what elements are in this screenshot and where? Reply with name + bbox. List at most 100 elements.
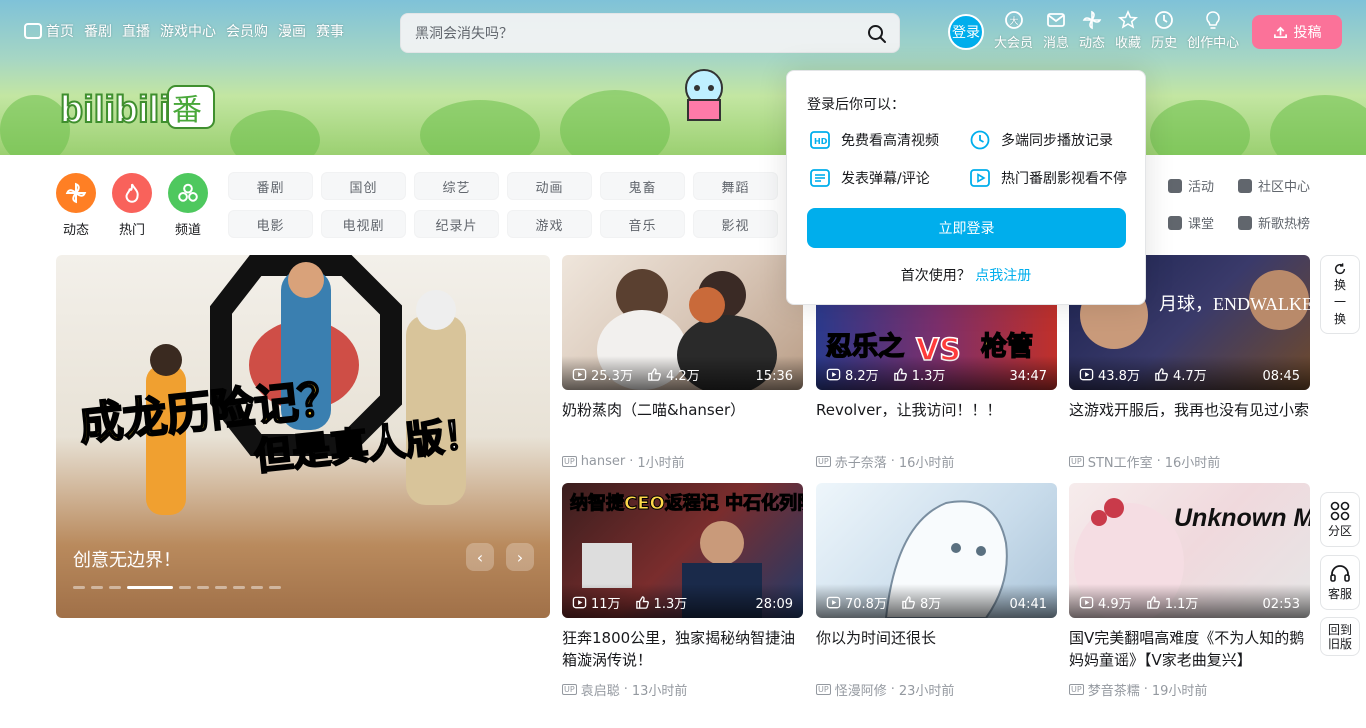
chip-dance[interactable]: 舞蹈 [693,172,778,200]
video-thumbnail[interactable]: 纳智捷CEO返程记 中石化列队欢迎 11万 1.3万 28:09 [562,483,803,618]
login-now-button[interactable]: 立即登录 [807,208,1126,248]
meta-separator: · [890,682,895,697]
login-avatar-button[interactable]: 登录 [948,14,984,50]
entry-vip[interactable]: 大 大会员 [994,10,1033,51]
entry-dynamic[interactable]: 动态 [1079,10,1105,51]
carousel-dot[interactable] [73,586,85,589]
view-count: 4.9万 [1079,593,1132,612]
carousel-dot[interactable] [91,586,103,589]
nav-manga[interactable]: 漫画 [278,21,306,41]
meta-separator: · [629,454,634,469]
nav-mall[interactable]: 会员购 [226,21,268,41]
video-title[interactable]: 奶粉蒸肉（二喵&hanser） [562,399,803,443]
chip-music[interactable]: 音乐 [600,210,685,238]
windmill-icon [1082,10,1102,30]
chip-movie[interactable]: 电影 [228,210,313,238]
uploader-name[interactable]: 袁启聪 [581,680,620,699]
carousel-dot-active[interactable] [127,586,173,589]
chip-game[interactable]: 游戏 [507,210,592,238]
video-title[interactable]: 狂奔1800公里，独家揭秘纳智捷油箱漩涡传说！ [562,627,803,671]
carousel-dot[interactable] [179,586,191,589]
carousel-title[interactable]: 创意无边界！ [73,546,181,572]
nav-home[interactable]: 首页 [46,21,74,41]
nav-anime[interactable]: 番剧 [84,21,112,41]
carousel-dot[interactable] [109,586,121,589]
video-title[interactable]: 国V完美翻唱高难度《不为人知的鹅妈妈童谣》【V家老曲复兴】 [1069,627,1310,671]
play-count-icon [572,596,587,609]
search-icon[interactable] [867,24,887,44]
entry-message-label: 消息 [1043,36,1070,51]
chip-kichiku[interactable]: 鬼畜 [600,172,685,200]
carousel-dot[interactable] [251,586,263,589]
upload-button[interactable]: 投稿 [1252,15,1342,49]
link-new-songs-label: 新歌热榜 [1258,217,1311,232]
refresh-icon [1334,263,1346,275]
chip-documentary[interactable]: 纪录片 [414,210,499,238]
chip-variety[interactable]: 综艺 [414,172,499,200]
video-card[interactable]: 70.8万 8万 04:41 你以为时间还很长 UP 怪漫阿修 · 23小时前 [816,483,1057,699]
video-title[interactable]: Revolver，让我访问！！！ [816,399,1057,443]
view-count: 43.8万 [1079,365,1140,384]
banner-carousel[interactable]: 成龙历险记？ 但是真人版！ 创意无边界！ ‹ › [56,255,550,618]
uploader-name[interactable]: STN工作室 [1088,452,1153,471]
entry-message[interactable]: 消息 [1043,10,1069,51]
video-thumbnail[interactable]: 25.3万 4.2万 15:36 [562,255,803,390]
channel-dynamic[interactable]: 动态 [56,173,96,238]
link-activity-label: 活动 [1188,180,1215,195]
entry-favorite[interactable]: 收藏 [1115,10,1141,51]
carousel-dot[interactable] [233,586,245,589]
benefit-comment: 发表弹幕/评论 [809,167,969,189]
video-thumbnail[interactable]: Unknown Mother Goose 4.9万 1.1万 02:53 [1069,483,1310,618]
vip-icon: 大 [1004,11,1023,29]
benefit-watch-anime: 热门番剧影视看不停 [969,167,1129,189]
link-activity[interactable]: 活动 [1168,176,1236,195]
chip-tv-series[interactable]: 电视剧 [321,210,406,238]
video-thumbnail[interactable]: 70.8万 8万 04:41 [816,483,1057,618]
uploader-name[interactable]: 赤子奈落 [835,452,887,471]
category-button[interactable]: 分区 [1320,492,1360,547]
channel-channels[interactable]: 频道 [168,173,208,238]
carousel-dot[interactable] [269,586,281,589]
video-card[interactable]: 25.3万 4.2万 15:36 奶粉蒸肉（二喵&hanser） UP hans… [562,255,803,471]
nav-game-center[interactable]: 游戏中心 [160,21,216,41]
link-new-songs[interactable]: 新歌热榜 [1238,213,1318,232]
carousel-prev-button[interactable]: ‹ [466,543,494,571]
play-count-icon [1079,368,1094,381]
entry-creator-center[interactable]: 创作中心 [1187,10,1239,51]
carousel-dot[interactable] [215,586,227,589]
chip-anime[interactable]: 番剧 [228,172,313,200]
carousel-dot[interactable] [197,586,209,589]
video-title[interactable]: 这游戏开服后，我再也没有见过小索 [1069,399,1310,443]
link-classroom[interactable]: 课堂 [1168,213,1236,232]
customer-service-button[interactable]: 客服 [1320,555,1360,610]
video-meta: UP STN工作室 · 16小时前 [1069,452,1310,471]
nav-live[interactable]: 直播 [122,21,150,41]
channel-hot[interactable]: 热门 [112,173,152,238]
chip-animation[interactable]: 动画 [507,172,592,200]
chip-film-tv[interactable]: 影视 [693,210,778,238]
chip-guochuang[interactable]: 国创 [321,172,406,200]
entry-history[interactable]: 历史 [1151,10,1177,51]
up-icon: UP [562,456,577,467]
refresh-label-char: 换 [1333,278,1346,292]
old-version-button[interactable]: 回到旧版 [1320,617,1360,656]
carousel-next-button[interactable]: › [506,543,534,571]
bilibili-logo[interactable]: bilibili 番 [60,82,218,132]
uploader-name[interactable]: 怪漫阿修 [835,680,887,699]
video-duration: 28:09 [755,597,793,612]
link-community[interactable]: 社区中心 [1238,176,1318,195]
uploader-name[interactable]: 梦音茶糯 [1088,680,1140,699]
video-meta: UP 梦音茶糯 · 19小时前 [1069,680,1310,699]
chevron-left-icon: ‹ [476,547,484,567]
register-link[interactable]: 点我注册 [975,268,1031,284]
video-stats: 11万 1.3万 28:09 [562,584,803,618]
video-title[interactable]: 你以为时间还很长 [816,627,1057,671]
uploader-name[interactable]: hanser [581,454,626,469]
video-card[interactable]: Unknown Mother Goose 4.9万 1.1万 02:53 国V完… [1069,483,1310,699]
nav-esports[interactable]: 赛事 [316,21,344,41]
search-input[interactable] [415,23,855,45]
refresh-button[interactable]: 换 一 换 [1320,255,1360,334]
bilibili-tv-icon[interactable] [24,23,42,39]
video-card[interactable]: 纳智捷CEO返程记 中石化列队欢迎 11万 1.3万 28:09 狂奔1800公… [562,483,803,699]
danmaku-icon [810,169,830,187]
